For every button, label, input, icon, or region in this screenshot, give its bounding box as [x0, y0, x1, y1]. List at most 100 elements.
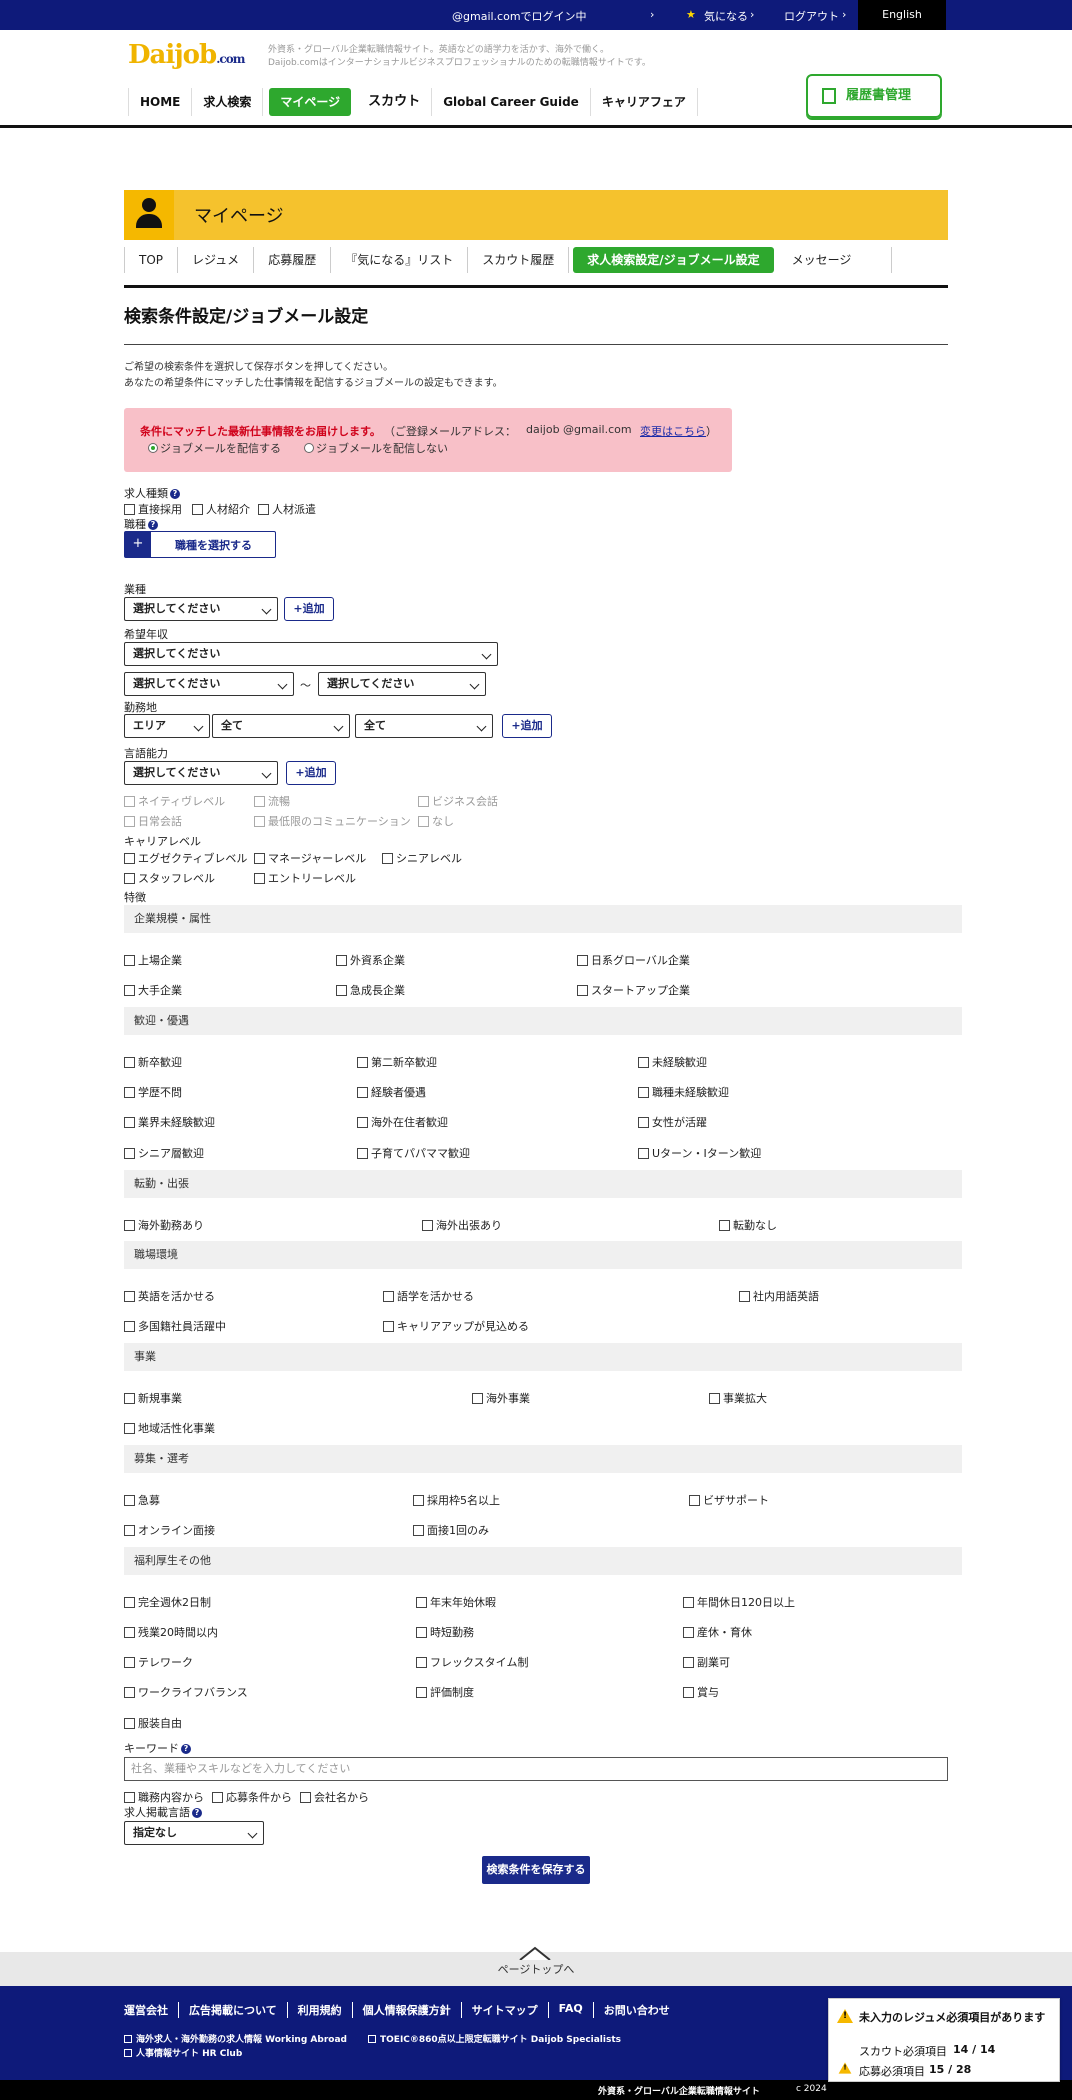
feature-checkbox[interactable]: 英語を活かせる [124, 1288, 215, 1304]
logout-link[interactable]: ログアウト [784, 8, 839, 24]
feature-checkbox[interactable]: 上場企業 [124, 952, 182, 968]
tab-resume[interactable]: レジュメ [178, 247, 255, 273]
feature-checkbox[interactable]: シニア層歓迎 [124, 1145, 204, 1161]
resume-alert[interactable]: 未入力のレジュメ必須項目があります スカウト必須項目 14 / 14 応募必須項… [828, 1998, 1060, 2082]
feature-checkbox[interactable]: 経験者優遇 [357, 1084, 426, 1100]
save-search-button[interactable]: 検索条件を保存する [482, 1856, 590, 1884]
tab-search-settings[interactable]: 求人検索設定/ジョブメール設定 [573, 247, 774, 273]
footer-link[interactable]: サイトマップ [462, 2002, 549, 2018]
feature-checkbox[interactable]: 採用枠5名以上 [413, 1492, 500, 1508]
feature-checkbox[interactable]: 大手企業 [124, 982, 182, 998]
add-location-button[interactable]: +追加 [502, 714, 552, 738]
feature-checkbox[interactable]: 賞与 [683, 1684, 719, 1700]
career-level-checkbox[interactable]: マネージャーレベル [254, 850, 366, 866]
feature-checkbox[interactable]: 残業20時間以内 [124, 1624, 218, 1640]
city-select[interactable]: 全て [355, 714, 493, 738]
job-type-checkbox[interactable]: 人材派遣 [258, 501, 316, 517]
salary-max-select[interactable]: 選択してください [318, 672, 486, 696]
feature-checkbox[interactable]: 急募 [124, 1492, 160, 1508]
salary-min-select[interactable]: 選択してください [124, 672, 294, 696]
feature-checkbox[interactable]: 学歴不問 [124, 1084, 182, 1100]
tab-favorites-list[interactable]: 『気になる』リスト [331, 247, 469, 273]
feature-checkbox[interactable]: 業界未経験歓迎 [124, 1114, 215, 1130]
feature-checkbox[interactable]: 海外事業 [472, 1390, 530, 1406]
job-type-checkbox[interactable]: 人材紹介 [192, 501, 250, 517]
change-email-link[interactable]: 変更はこちら [640, 423, 706, 439]
feature-checkbox[interactable]: 語学を活かせる [383, 1288, 474, 1304]
add-industry-button[interactable]: +追加 [284, 597, 334, 621]
industry-select[interactable]: 選択してください [124, 597, 278, 621]
feature-checkbox[interactable]: 新卒歓迎 [124, 1054, 182, 1070]
footer-link[interactable]: 運営会社 [124, 2002, 179, 2018]
feature-checkbox[interactable]: オンライン面接 [124, 1522, 215, 1538]
nav-global-career-guide[interactable]: Global Career Guide [432, 88, 591, 116]
feature-checkbox[interactable]: 職種未経験歓迎 [638, 1084, 729, 1100]
feature-checkbox[interactable]: キャリアアップが見込める [383, 1318, 529, 1334]
feature-checkbox[interactable]: 時短勤務 [416, 1624, 474, 1640]
language-level-checkbox[interactable]: ネイティヴレベル [124, 793, 225, 809]
footer-link[interactable]: 利用規約 [288, 2002, 353, 2018]
language-level-checkbox[interactable]: 流暢 [254, 793, 290, 809]
footer-link[interactable]: 個人情報保護方針 [353, 2002, 462, 2018]
language-level-checkbox[interactable]: ビジネス会話 [418, 793, 498, 809]
career-level-checkbox[interactable]: スタッフレベル [124, 870, 215, 886]
career-level-checkbox[interactable]: エグゼクティブレベル [124, 850, 247, 866]
jobmail-send-radio[interactable]: ジョブメールを配信する [148, 440, 281, 456]
keyword-input[interactable]: 社名、業種やスキルなどを入力してください [124, 1757, 948, 1781]
jobmail-nosend-radio[interactable]: ジョブメールを配信しない [304, 440, 448, 456]
language-level-checkbox[interactable]: 最低限のコミュニケーション [254, 813, 411, 829]
nav-mypage[interactable]: マイページ [269, 88, 352, 116]
area-select[interactable]: エリア [124, 714, 210, 738]
page-top-button[interactable]: ページトップへ [0, 1946, 1072, 1986]
feature-checkbox[interactable]: フレックスタイム制 [416, 1654, 528, 1670]
feature-checkbox[interactable]: テレワーク [124, 1654, 193, 1670]
feature-checkbox[interactable]: 海外在住者歓迎 [357, 1114, 448, 1130]
partner-site-link[interactable]: 人事情報サイト HR Club [124, 2046, 242, 2059]
tab-top[interactable]: TOP [124, 247, 179, 273]
region-select[interactable]: 全て [212, 714, 350, 738]
feature-checkbox[interactable]: 転勤なし [719, 1217, 777, 1233]
feature-checkbox[interactable]: 事業拡大 [709, 1390, 767, 1406]
nav-career-fair[interactable]: キャリアフェア [591, 88, 698, 116]
feature-checkbox[interactable]: 副業可 [683, 1654, 730, 1670]
feature-checkbox[interactable]: 産休・育休 [683, 1624, 752, 1640]
feature-checkbox[interactable]: 多国籍社員活躍中 [124, 1318, 226, 1334]
nav-job-search[interactable]: 求人検索 [192, 88, 264, 116]
feature-checkbox[interactable]: 服装自由 [124, 1715, 182, 1731]
keyword-scope-checkbox[interactable]: 職務内容から [124, 1789, 204, 1805]
posting-language-select[interactable]: 指定なし [124, 1821, 264, 1845]
add-language-button[interactable]: +追加 [286, 761, 336, 785]
partner-site-link[interactable]: TOEIC®860点以上限定転職サイト Daijob Specialists [368, 2032, 621, 2045]
feature-checkbox[interactable]: ビザサポート [689, 1492, 769, 1508]
english-button[interactable]: English [858, 0, 946, 30]
feature-checkbox[interactable]: 面接1回のみ [413, 1522, 489, 1538]
career-level-checkbox[interactable]: エントリーレベル [254, 870, 356, 886]
job-type-checkbox[interactable]: 直接採用 [124, 501, 182, 517]
language-select[interactable]: 選択してください [124, 761, 278, 785]
feature-checkbox[interactable]: 年間休日120日以上 [683, 1594, 795, 1610]
partner-site-link[interactable]: 海外求人・海外勤務の求人情報 Working Abroad [124, 2032, 347, 2045]
feature-checkbox[interactable]: 地域活性化事業 [124, 1420, 215, 1436]
favorites-link[interactable]: 気になる [704, 8, 748, 24]
feature-checkbox[interactable]: ワークライフバランス [124, 1684, 248, 1700]
language-level-checkbox[interactable]: なし [418, 813, 454, 829]
feature-checkbox[interactable]: Uターン・Iターン歓迎 [638, 1145, 761, 1161]
resume-management-button[interactable]: 履歴書管理 [806, 74, 942, 118]
feature-checkbox[interactable]: 第二新卒歓迎 [357, 1054, 437, 1070]
feature-checkbox[interactable]: 新規事業 [124, 1390, 182, 1406]
nav-scout[interactable]: スカウト [357, 88, 433, 116]
feature-checkbox[interactable]: 急成長企業 [336, 982, 405, 998]
career-level-checkbox[interactable]: シニアレベル [382, 850, 462, 866]
feature-checkbox[interactable]: 社内用語英語 [739, 1288, 819, 1304]
feature-checkbox[interactable]: 海外勤務あり [124, 1217, 204, 1233]
language-level-checkbox[interactable]: 日常会話 [124, 813, 182, 829]
tab-application-history[interactable]: 応募履歴 [254, 247, 332, 273]
feature-checkbox[interactable]: 年末年始休暇 [416, 1594, 496, 1610]
footer-link[interactable]: 広告掲載について [179, 2002, 288, 2018]
logo[interactable]: Daijob.com [128, 40, 245, 70]
feature-checkbox[interactable]: 未経験歓迎 [638, 1054, 707, 1070]
keyword-scope-checkbox[interactable]: 応募条件から [212, 1789, 292, 1805]
feature-checkbox[interactable]: 子育てパパママ歓迎 [357, 1145, 470, 1161]
keyword-scope-checkbox[interactable]: 会社名から [300, 1789, 369, 1805]
tab-scout-history[interactable]: スカウト履歴 [468, 247, 570, 273]
